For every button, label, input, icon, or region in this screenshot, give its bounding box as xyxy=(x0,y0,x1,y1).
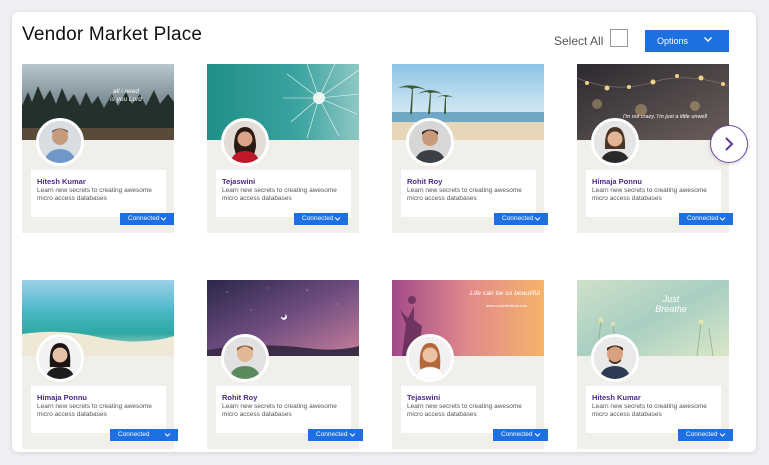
chevron-down-icon xyxy=(719,433,726,437)
vendor-card[interactable]: all i need is you Lord Hitesh Kumar Lear… xyxy=(22,64,174,233)
chevron-down-icon xyxy=(704,37,712,42)
cover-quote: all i need is you Lord xyxy=(110,88,142,103)
status-label: Connected xyxy=(302,215,334,222)
status-label: Connected xyxy=(687,215,719,222)
avatar xyxy=(591,334,639,382)
status-label: Connected xyxy=(502,215,534,222)
vendor-name: Himaja Ponnu xyxy=(37,393,88,402)
connected-button[interactable]: Connected xyxy=(110,429,178,441)
card-body: Himaja Ponnu Learn new secrets to creati… xyxy=(586,170,721,217)
card-body: Himaja Ponnu Learn new secrets to creati… xyxy=(31,386,166,433)
vendor-description: Learn new secrets to creating awesome mi… xyxy=(592,187,707,202)
avatar xyxy=(221,118,269,166)
connected-button[interactable]: Connected xyxy=(308,429,363,441)
cover-quote: Life can be so beautiful xyxy=(470,290,540,297)
vendor-card[interactable]: Just Breathe Hitesh Kumar Learn new secr… xyxy=(577,280,733,449)
vendor-name: Tejaswini xyxy=(407,393,441,402)
next-page-button[interactable] xyxy=(710,125,748,163)
select-all-checkbox[interactable] xyxy=(610,29,628,47)
chevron-down-icon xyxy=(164,433,171,437)
vendor-description: Learn new secrets to creating awesome mi… xyxy=(407,403,522,418)
avatar xyxy=(36,334,84,382)
vendor-name: Hitesh Kumar xyxy=(592,393,641,402)
page-title: Vendor Market Place xyxy=(22,24,203,45)
card-body: Rohit Roy Learn new secrets to creating … xyxy=(216,386,351,433)
card-body: Tejaswini Learn new secrets to creating … xyxy=(401,386,536,433)
card-body: Hitesh Kumar Learn new secrets to creati… xyxy=(31,170,166,217)
chevron-right-icon xyxy=(725,137,734,151)
select-all-label: Select All xyxy=(554,34,604,48)
chevron-down-icon xyxy=(160,217,167,221)
cover-quote: I'm not crazy, I'm just a little unwell xyxy=(623,114,707,120)
vendor-card[interactable]: Himaja Ponnu Learn new secrets to creati… xyxy=(22,280,178,449)
options-button[interactable]: Options xyxy=(645,30,729,52)
connected-button[interactable]: Connected xyxy=(679,213,733,225)
options-label: Options xyxy=(657,36,689,46)
vendor-description: Learn new secrets to creating awesome mi… xyxy=(407,187,522,202)
chevron-down-icon xyxy=(719,217,726,221)
connected-button[interactable]: Connected xyxy=(493,429,548,441)
card-body: Tejaswini Learn new secrets to creating … xyxy=(216,170,351,217)
avatar xyxy=(36,118,84,166)
status-label: Connected xyxy=(118,431,150,438)
chevron-down-icon xyxy=(349,433,356,437)
vendor-name: Himaja Ponnu xyxy=(592,177,643,186)
vendor-description: Learn new secrets to creating awesome mi… xyxy=(37,187,152,202)
status-label: Connected xyxy=(686,431,718,438)
chevron-down-icon xyxy=(534,433,541,437)
connected-button[interactable]: Connected xyxy=(294,213,348,225)
card-body: Hitesh Kumar Learn new secrets to creati… xyxy=(586,386,721,433)
vendor-card[interactable]: Rohit Roy Learn new secrets to creating … xyxy=(392,64,548,233)
vendor-card[interactable]: I'm not crazy, I'm just a little unwell … xyxy=(577,64,733,233)
status-label: Connected xyxy=(128,215,160,222)
cover-subtext: www.musicfestival.com xyxy=(486,303,528,308)
vendor-card[interactable]: Rohit Roy Learn new secrets to creating … xyxy=(207,280,363,449)
chevron-down-icon xyxy=(534,217,541,221)
vendor-name: Hitesh Kumar xyxy=(37,177,86,186)
connected-button[interactable]: Connected xyxy=(120,213,174,225)
avatar xyxy=(591,118,639,166)
status-label: Connected xyxy=(316,431,348,438)
vendor-description: Learn new secrets to creating awesome mi… xyxy=(222,403,337,418)
avatar xyxy=(221,334,269,382)
vendor-name: Tejaswini xyxy=(222,177,256,186)
vendor-name: Rohit Roy xyxy=(407,177,443,186)
vendor-card[interactable]: Tejaswini Learn new secrets to creating … xyxy=(207,64,359,233)
card-body: Rohit Roy Learn new secrets to creating … xyxy=(401,170,536,217)
vendor-description: Learn new secrets to creating awesome mi… xyxy=(37,403,152,418)
connected-button[interactable]: Connected xyxy=(494,213,548,225)
chevron-down-icon xyxy=(334,217,341,221)
avatar xyxy=(406,334,454,382)
connected-button[interactable]: Connected xyxy=(678,429,733,441)
cover-quote: Just Breathe xyxy=(655,294,687,314)
status-label: Connected xyxy=(501,431,533,438)
vendor-name: Rohit Roy xyxy=(222,393,258,402)
avatar xyxy=(406,118,454,166)
vendor-description: Learn new secrets to creating awesome mi… xyxy=(592,403,707,418)
vendor-card[interactable]: Life can be so beautiful www.musicfestiv… xyxy=(392,280,548,449)
vendor-description: Learn new secrets to creating awesome mi… xyxy=(222,187,337,202)
